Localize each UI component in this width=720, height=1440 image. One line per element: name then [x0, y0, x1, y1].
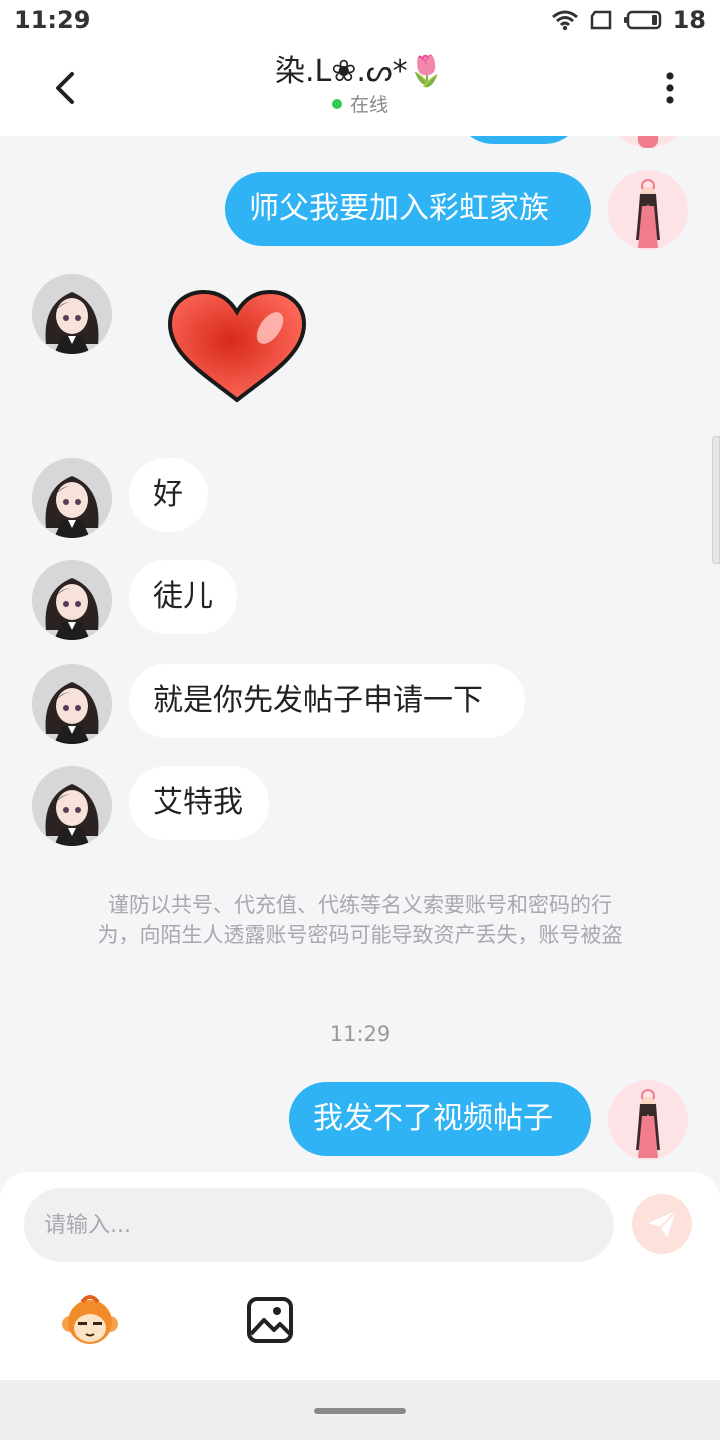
contact-avatar-image — [32, 458, 112, 538]
contact-avatar[interactable] — [32, 458, 112, 538]
home-gesture-handle[interactable] — [314, 1408, 406, 1414]
red-heart-icon — [167, 289, 307, 403]
message-bubble[interactable]: 我发不了视频帖子 — [289, 1082, 591, 1156]
contact-avatar-image — [32, 560, 112, 640]
online-status-label: 在线 — [349, 94, 388, 116]
contact-avatar[interactable] — [32, 274, 112, 354]
wifi-icon — [551, 9, 579, 31]
contact-avatar[interactable] — [32, 560, 112, 640]
my-avatar-image — [608, 170, 688, 250]
system-navigation-bar — [0, 1380, 720, 1440]
my-avatar-image — [608, 136, 688, 148]
message-input[interactable] — [24, 1188, 614, 1262]
contact-avatar[interactable] — [32, 664, 112, 744]
my-avatar[interactable] — [608, 1080, 688, 1160]
side-drawer-handle[interactable] — [712, 436, 720, 564]
contact-avatar[interactable] — [32, 766, 112, 846]
sim-icon — [589, 10, 613, 30]
battery-level: 18 — [672, 6, 706, 34]
message-list[interactable]: 师父我要加入彩虹家族 好 徒儿 就是你先发帖子申请一下 艾特我 谨防以共号、代充… — [0, 136, 720, 1172]
status-icons: 18 — [551, 6, 706, 34]
online-dot — [331, 98, 342, 109]
monkey-emoji-icon — [62, 1295, 118, 1344]
emoji-button[interactable] — [60, 1292, 120, 1352]
back-button[interactable] — [44, 66, 88, 110]
message-bubble[interactable]: 徒儿 — [129, 560, 237, 634]
message-bubble[interactable]: 就是你先发帖子申请一下 — [129, 664, 525, 738]
message-composer — [0, 1172, 720, 1380]
more-button[interactable] — [648, 66, 692, 110]
status-time: 11:29 — [14, 6, 91, 34]
security-notice-line: 谨防以共号、代充值、代练等名义索要账号和密码的行 — [108, 893, 612, 917]
contact-avatar-image — [32, 766, 112, 846]
message-timestamp: 11:29 — [329, 1022, 391, 1046]
my-avatar[interactable] — [608, 136, 688, 148]
battery-icon — [623, 10, 663, 30]
security-notice-line: 为，向陌生人透露账号密码可能导致资产丢失，账号被盗 — [97, 923, 623, 947]
previous-message-bubble[interactable] — [456, 136, 582, 144]
contact-info[interactable]: 染.L❀.ᔕ*🌷 在线 — [160, 52, 560, 117]
chevron-left-icon — [56, 72, 74, 104]
chat-header: 染.L❀.ᔕ*🌷 在线 — [0, 40, 720, 136]
security-notice: 谨防以共号、代充值、代练等名义索要账号和密码的行 为，向陌生人透露账号密码可能导… — [40, 890, 680, 950]
contact-avatar-image — [32, 664, 112, 744]
message-bubble[interactable]: 师父我要加入彩虹家族 — [225, 172, 591, 246]
contact-avatar-image — [32, 274, 112, 354]
more-vertical-icon — [666, 72, 674, 104]
heart-sticker[interactable] — [164, 288, 310, 406]
my-avatar-image — [608, 1080, 688, 1160]
send-button[interactable] — [632, 1194, 692, 1254]
online-status: 在线 — [160, 90, 560, 117]
paper-plane-icon — [648, 1210, 677, 1238]
status-bar: 11:29 18 — [0, 0, 720, 40]
contact-name: 染.L❀.ᔕ*🌷 — [274, 54, 446, 89]
message-bubble[interactable]: 艾特我 — [129, 766, 269, 840]
image-icon — [247, 1297, 293, 1343]
message-bubble[interactable]: 好 — [129, 458, 208, 532]
my-avatar[interactable] — [608, 170, 688, 250]
image-button[interactable] — [244, 1294, 296, 1346]
